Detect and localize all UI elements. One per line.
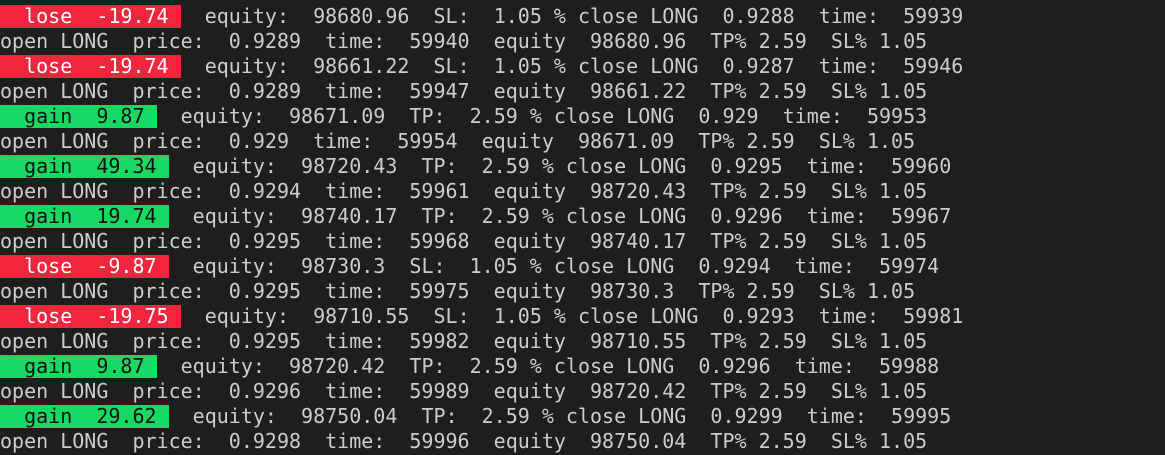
trade-close-details: equity: 98680.96 SL: 1.05 % close LONG 0…: [180, 4, 964, 28]
trade-close-details: equity: 98730.3 SL: 1.05 % close LONG 0.…: [168, 254, 940, 278]
trade-close-details: equity: 98740.17 TP: 2.59 % close LONG 0…: [168, 204, 952, 228]
lose-badge: lose -19.75: [0, 304, 181, 328]
gain-badge: gain 9.87: [0, 354, 157, 378]
trade-close-line: gain 9.87 equity: 98671.09 TP: 2.59 % cl…: [0, 104, 1165, 129]
trade-close-line: lose -19.74 equity: 98680.96 SL: 1.05 % …: [0, 4, 1165, 29]
trade-open-line: open LONG price: 0.9295 time: 59982 equi…: [0, 329, 928, 353]
lose-badge: lose -9.87: [0, 254, 169, 278]
trade-close-details: equity: 98710.55 SL: 1.05 % close LONG 0…: [180, 304, 964, 328]
trade-close-line: gain 9.87 equity: 98720.42 TP: 2.59 % cl…: [0, 354, 1165, 379]
gain-badge: gain 19.74: [0, 204, 169, 228]
trade-close-line: gain 19.74 equity: 98740.17 TP: 2.59 % c…: [0, 204, 1165, 229]
trade-open-line: open LONG price: 0.929 time: 59954 equit…: [0, 129, 916, 153]
trade-open-line: open LONG price: 0.9298 time: 59996 equi…: [0, 429, 928, 453]
trade-open-line: open LONG price: 0.9295 time: 59975 equi…: [0, 279, 916, 303]
trade-close-line: gain 49.34 equity: 98720.43 TP: 2.59 % c…: [0, 154, 1165, 179]
trade-open-line: open LONG price: 0.9295 time: 59968 equi…: [0, 229, 928, 253]
lose-badge: lose -19.74: [0, 4, 181, 28]
trade-open-line: open LONG price: 0.9294 time: 59961 equi…: [0, 179, 928, 203]
trade-close-details: equity: 98661.22 SL: 1.05 % close LONG 0…: [180, 54, 964, 78]
gain-badge: gain 9.87: [0, 104, 157, 128]
trade-open-line: open LONG price: 0.9289 time: 59940 equi…: [0, 29, 928, 53]
trade-close-line: gain 29.62 equity: 98750.04 TP: 2.59 % c…: [0, 404, 1165, 429]
trade-open-line: open LONG price: 0.9289 time: 59947 equi…: [0, 79, 928, 103]
trade-close-line: lose -9.87 equity: 98730.3 SL: 1.05 % cl…: [0, 254, 1165, 279]
trade-close-line: lose -19.75 equity: 98710.55 SL: 1.05 % …: [0, 304, 1165, 329]
terminal-output[interactable]: lose -19.74 equity: 98680.96 SL: 1.05 % …: [0, 4, 1165, 454]
lose-badge: lose -19.74: [0, 54, 181, 78]
trade-close-details: equity: 98720.43 TP: 2.59 % close LONG 0…: [168, 154, 952, 178]
gain-badge: gain 29.62: [0, 404, 169, 428]
gain-badge: gain 49.34: [0, 154, 169, 178]
trade-close-line: lose -19.74 equity: 98661.22 SL: 1.05 % …: [0, 54, 1165, 79]
trade-close-details: equity: 98720.42 TP: 2.59 % close LONG 0…: [156, 354, 940, 378]
trade-open-line: open LONG price: 0.9296 time: 59989 equi…: [0, 379, 928, 403]
trade-close-details: equity: 98750.04 TP: 2.59 % close LONG 0…: [168, 404, 952, 428]
trade-close-details: equity: 98671.09 TP: 2.59 % close LONG 0…: [156, 104, 928, 128]
